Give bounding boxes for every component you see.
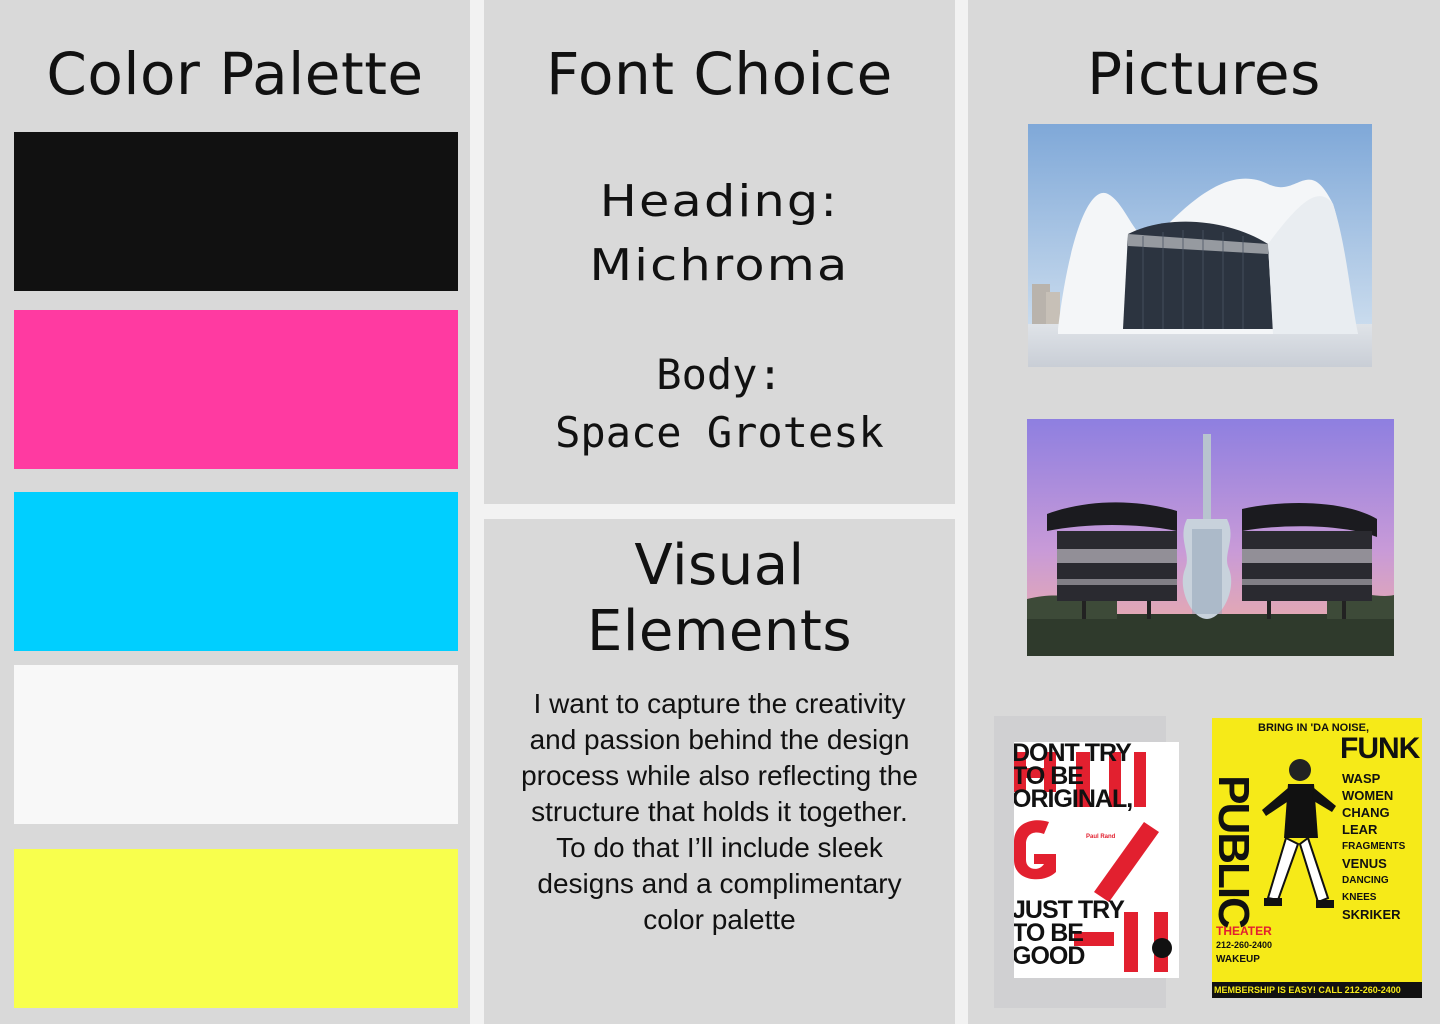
photo-white-curved-building	[1028, 124, 1372, 367]
poster2-dancer-figure	[1262, 759, 1336, 908]
poster2-word-lear: LEAR	[1342, 822, 1378, 837]
poster2-word-chang: CHANG	[1342, 805, 1390, 820]
heading-font-name: Michroma	[589, 240, 850, 291]
poster1-seal-icon	[1152, 938, 1172, 958]
poster2-theater: THEATER	[1216, 924, 1272, 938]
visual-elements-title-line1: Visual	[634, 533, 805, 598]
poster1-author: Paul Rand	[1086, 834, 1116, 840]
body-font-label: Body:	[656, 350, 783, 399]
swatch-white	[14, 665, 458, 824]
poster2-footer: MEMBERSHIP IS EASY! CALL 212-260-2400	[1214, 985, 1401, 995]
poster1-line3: ORIGINAL,	[1014, 785, 1133, 813]
color-palette-panel: Color Palette	[0, 0, 470, 1024]
color-palette-title: Color Palette	[46, 40, 424, 108]
pictures-panel: Pictures DONT TRY TO BE ORIGINAL, Paul R…	[968, 0, 1440, 1024]
poster-public-theater: PUBLIC BRING IN 'DA NOISE, FUNK WASP WOM…	[1212, 718, 1422, 998]
poster2-word-dancing: DANCING KNEES	[1342, 875, 1389, 903]
piano-house-illustration	[1027, 419, 1394, 656]
swatch-cyan	[14, 492, 458, 651]
poster2-word-women: WOMEN	[1342, 788, 1394, 803]
photo-piano-violin-house	[1027, 419, 1394, 656]
swatch-yellow	[14, 849, 458, 1008]
font-choice-title: Font Choice	[546, 40, 893, 108]
poster2-word-fragments: FRAGMENTS	[1342, 841, 1406, 852]
heading-font-label: Heading:	[599, 176, 840, 227]
poster2-word-venus: VENUS	[1342, 856, 1387, 871]
white-building-illustration	[1028, 124, 1372, 367]
visual-elements-description: I want to capture the creativity and pas…	[521, 688, 918, 935]
swatch-black	[14, 132, 458, 291]
poster2-phone: 212-260-2400	[1216, 940, 1273, 950]
poster2-funk: FUNK	[1340, 732, 1420, 765]
poster2-word-skriker: SKRIKER	[1342, 907, 1401, 922]
font-choice-panel: Font Choice Heading: Michroma Body: Spac…	[484, 0, 955, 504]
body-font-name: Space Grotesk	[555, 408, 884, 457]
swatch-pink	[14, 310, 458, 469]
poster2-word-wasp: WASP	[1342, 771, 1381, 786]
poster2-wakeup: WAKEUP	[1216, 954, 1260, 965]
poster-paul-rand: DONT TRY TO BE ORIGINAL, Paul Rand JUST …	[1014, 742, 1179, 978]
visual-elements-title-line2: Elements	[586, 599, 853, 664]
pictures-title: Pictures	[1087, 40, 1321, 108]
